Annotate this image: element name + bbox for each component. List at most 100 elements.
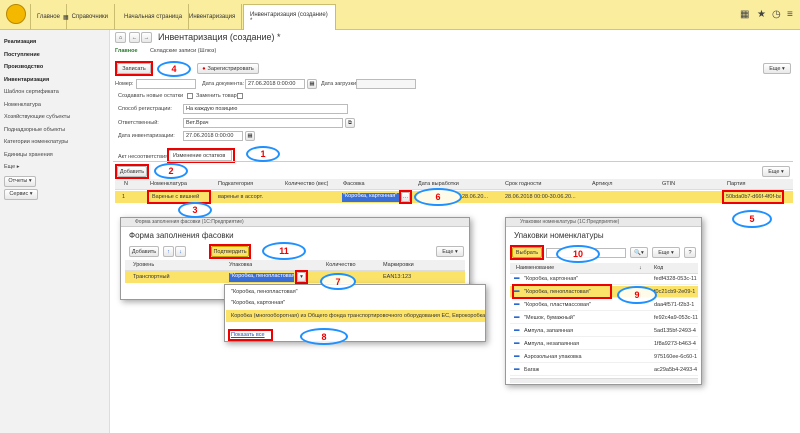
col-article: Артикул bbox=[592, 181, 613, 187]
dialog-titlebar: Форма заполнения фасовки (1С:Предприятие… bbox=[121, 218, 469, 227]
create-new-checkbox[interactable] bbox=[187, 93, 193, 99]
star-icon[interactable]: ★ bbox=[757, 9, 766, 20]
row-packing[interactable]: "Коробка, картонная" bbox=[342, 193, 400, 202]
col-nomenclature: Номенклатура bbox=[150, 181, 187, 187]
dlg2-more-button[interactable]: Еще ▾ bbox=[652, 247, 680, 258]
item-icon: ▬ bbox=[514, 327, 520, 333]
highlight-package-row bbox=[512, 284, 612, 299]
help-button[interactable]: ? bbox=[684, 247, 696, 258]
search-icon[interactable]: 🔍▾ bbox=[630, 247, 648, 258]
arrow-up-icon[interactable]: ↑ bbox=[163, 246, 174, 257]
dlg2-row-name: "Коробка, картонная" bbox=[524, 276, 579, 282]
dlg1-row-package[interactable]: "Коробка, пенопластовая" bbox=[229, 273, 294, 282]
callout-9: 9 bbox=[617, 286, 657, 304]
dlg2-row[interactable]: ▬ "Мешок, бумажный" fe92c4a9-053c-11 bbox=[510, 312, 698, 324]
number-input[interactable] bbox=[136, 79, 196, 89]
sidebar-item-categories[interactable]: Категории номенклатуры bbox=[0, 136, 109, 149]
load-date-label: Дата загрузки: bbox=[321, 81, 358, 87]
sidebar-item-nomenclature[interactable]: Номенклатура bbox=[0, 99, 109, 112]
dlg2-row-name: "Мешок, бумажный" bbox=[524, 315, 575, 321]
tab-refs[interactable]: ▦ Справочники bbox=[57, 4, 116, 30]
tab-inventory[interactable]: Инвентаризация bbox=[183, 4, 243, 30]
menu-icon[interactable]: ≡ bbox=[787, 9, 793, 20]
sidebar-item-receipt[interactable]: Поступление bbox=[0, 49, 109, 62]
callout-1: 1 bbox=[246, 146, 280, 162]
highlight-select bbox=[510, 245, 544, 260]
col-quantity: Количество (вес) bbox=[285, 181, 329, 187]
reg-method-select[interactable]: На каждую позицию bbox=[183, 104, 348, 114]
dlg2-row-name: Багаж bbox=[524, 367, 540, 373]
scrollbar[interactable] bbox=[510, 378, 698, 383]
dlg2-row[interactable]: ▬ Ампула, запаянная 5ad135bf-2493-4 bbox=[510, 325, 698, 337]
highlight-confirm bbox=[209, 244, 251, 259]
row-prod-date: 28.06.20... bbox=[462, 194, 488, 200]
tab-mismatch-act[interactable]: Акт несоответствия bbox=[118, 154, 168, 160]
row-expiry: 28.06.2018 00:00-30.06.20... bbox=[505, 194, 576, 200]
dlg1-row-marks: EAN13:123 bbox=[383, 274, 412, 280]
callout-6: 6 bbox=[414, 188, 462, 206]
apps-icon[interactable]: ▦ bbox=[740, 9, 749, 20]
highlight-packing-button bbox=[399, 190, 412, 204]
app-logo[interactable] bbox=[6, 4, 26, 24]
sidebar-item-units[interactable]: Единицы хранения bbox=[0, 149, 109, 162]
dlg1-more-button[interactable]: Еще ▾ bbox=[436, 246, 464, 257]
dlg1-add-button[interactable]: Добавить bbox=[129, 246, 159, 257]
sidebar-item-entities[interactable]: Хозяйствующие субъекты bbox=[0, 111, 109, 124]
more-button[interactable]: Еще ▾ bbox=[763, 63, 791, 74]
dlg2-row[interactable]: ▬ Багаж ac29a5b4-2493-4 bbox=[510, 364, 698, 376]
col-prod-date: Дата выработки bbox=[418, 181, 459, 187]
sidebar: Реализация Поступление Производство Инве… bbox=[0, 30, 110, 433]
calendar-icon[interactable]: ▦ bbox=[307, 79, 317, 89]
doc-date-input[interactable]: 27.06.2018 0:00:00 bbox=[245, 79, 305, 89]
sidebar-item-production[interactable]: Производство bbox=[0, 61, 109, 74]
tab-inventory-new[interactable]: Инвентаризация (создание) * bbox=[243, 4, 336, 30]
item-icon: ▬ bbox=[514, 275, 520, 281]
dlg2-row-code: daa4f571-f2b3-1 bbox=[654, 302, 695, 308]
history-icon[interactable]: ◷ bbox=[772, 9, 781, 20]
dlg2-row-code: fe92c4a9-053c-11 bbox=[654, 315, 698, 321]
doc-date-label: Дата документа: bbox=[202, 81, 245, 87]
responsible-select[interactable]: Вет.Врач bbox=[183, 118, 343, 128]
dlg2-row[interactable]: ▬ Аэрозольная упаковка 975160ee-6c60-1 bbox=[510, 351, 698, 363]
dlg2-row[interactable]: ▬ "Коробка, пластмассовая" daa4f571-f2b3-1 bbox=[510, 299, 698, 311]
dropdown-item[interactable]: Коробка (многооборотная) из Общего фонда… bbox=[231, 313, 485, 319]
inv-calendar-icon[interactable]: ▦ bbox=[245, 131, 255, 141]
service-button[interactable]: Сервис ▾ bbox=[4, 188, 38, 200]
sort-icon[interactable]: ↓ bbox=[639, 265, 642, 271]
sidebar-item-inventory[interactable]: Инвентаризация bbox=[0, 74, 109, 87]
home-nav-button[interactable]: ⌂ bbox=[115, 32, 126, 43]
callout-10: 10 bbox=[556, 245, 600, 263]
dlg2-row[interactable]: ▬ Ампула, незапаянная 1f8a9273-b463-4 bbox=[510, 338, 698, 350]
tab-start[interactable]: Начальная страница bbox=[118, 4, 190, 30]
col-batch: Партия bbox=[727, 181, 746, 187]
dlg1-col-qty: Количество bbox=[326, 262, 356, 268]
sidebar-item-more[interactable]: Еще ▸ bbox=[0, 161, 109, 174]
arrow-down-icon[interactable]: ↓ bbox=[175, 246, 186, 257]
link-main[interactable]: Главное bbox=[115, 48, 138, 54]
replace-checkbox[interactable] bbox=[237, 93, 243, 99]
register-icon: ● bbox=[202, 65, 206, 72]
load-date-input[interactable] bbox=[356, 79, 416, 89]
highlight-batch bbox=[722, 190, 784, 204]
forward-button[interactable]: → bbox=[141, 32, 152, 43]
open-responsible-button[interactable]: ⧉ bbox=[345, 118, 355, 128]
inv-date-label: Дата инвентаризации: bbox=[118, 133, 175, 139]
register-button[interactable]: ● Зарегистрировать bbox=[197, 63, 259, 74]
dropdown-item[interactable]: "Коробка, картонная" bbox=[231, 300, 285, 306]
reports-button[interactable]: Отчеты ▾ bbox=[4, 175, 36, 187]
inv-date-input[interactable]: 27.06.2018 0:00:00 bbox=[183, 131, 243, 141]
sidebar-item-sales[interactable]: Реализация bbox=[0, 36, 109, 49]
page-title: Инвентаризация (создание) * bbox=[158, 32, 281, 42]
callout-2: 2 bbox=[154, 163, 188, 179]
sidebar-item-objects[interactable]: Поднадзорные объекты bbox=[0, 124, 109, 137]
table-more-button[interactable]: Еще ▾ bbox=[762, 166, 790, 177]
sidebar-item-cert-template[interactable]: Шаблон сертификата bbox=[0, 86, 109, 99]
callout-5: 5 bbox=[732, 210, 772, 228]
back-button[interactable]: ← bbox=[129, 32, 140, 43]
callout-4: 4 bbox=[157, 61, 191, 77]
dropdown-item[interactable]: "Коробка, пенопластовая" bbox=[231, 289, 298, 295]
top-bar: Главное ▦ Справочники Начальная страница … bbox=[0, 0, 800, 30]
item-icon: ▬ bbox=[514, 366, 520, 372]
item-icon: ▬ bbox=[514, 301, 520, 307]
link-warehouse[interactable]: Складские записи (Шлюз) bbox=[150, 48, 216, 54]
